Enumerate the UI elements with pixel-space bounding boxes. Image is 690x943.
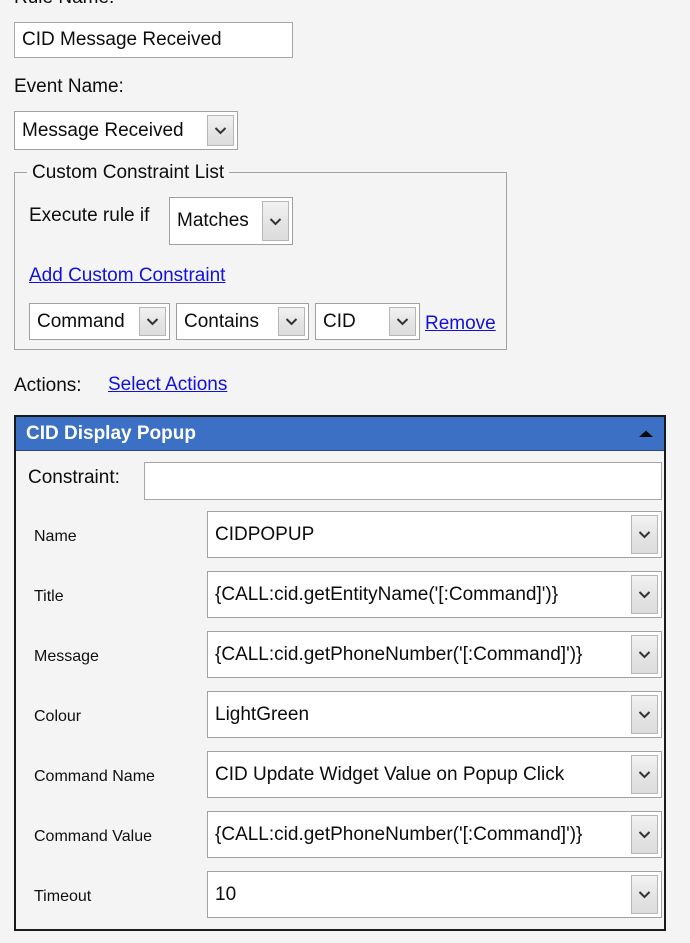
- field-value-colour: LightGreen: [215, 703, 310, 725]
- constraint-value-select[interactable]: CID: [315, 303, 420, 340]
- field-label-title: Title: [34, 588, 64, 605]
- constraint-label: Constraint:: [28, 467, 120, 488]
- field-value-timeout: 10: [215, 883, 237, 905]
- execute-rule-if-select[interactable]: Matches: [169, 197, 293, 245]
- constraint-field-select[interactable]: Command: [29, 303, 170, 340]
- execute-rule-if-row: Execute rule if: [29, 205, 149, 227]
- execute-rule-if-value: Matches: [177, 210, 249, 231]
- field-select-colour[interactable]: LightGreen: [207, 691, 662, 738]
- constraint-value-value: CID: [323, 310, 356, 332]
- remove-constraint-link[interactable]: Remove: [425, 313, 496, 335]
- chevron-down-icon[interactable]: [278, 307, 305, 336]
- chevron-down-icon[interactable]: [389, 307, 416, 336]
- field-value-message: {CALL:cid.getPhoneNumber('[:Command]')}: [215, 643, 583, 665]
- add-custom-constraint-link[interactable]: Add Custom Constraint: [29, 265, 225, 287]
- field-select-command-name[interactable]: CID Update Widget Value on Popup Click: [207, 751, 662, 798]
- rule-name-input[interactable]: CID Message Received: [14, 22, 293, 58]
- field-value-title: {CALL:cid.getEntityName('[:Command]')}: [215, 583, 559, 605]
- field-select-name[interactable]: CIDPOPUP: [207, 511, 662, 558]
- field-select-command-value[interactable]: {CALL:cid.getPhoneNumber('[:Command]')}: [207, 811, 662, 858]
- field-value-command-name: CID Update Widget Value on Popup Click: [215, 763, 565, 785]
- event-name-label: Event Name:: [14, 76, 124, 97]
- chevron-up-icon[interactable]: [638, 429, 654, 439]
- field-select-title[interactable]: {CALL:cid.getEntityName('[:Command]')}: [207, 571, 662, 618]
- event-name-value: Message Received: [22, 119, 184, 141]
- action-panel: CID Display Popup Constraint: Name CIDPO…: [14, 415, 666, 931]
- chevron-down-icon[interactable]: [207, 115, 234, 146]
- chevron-down-icon[interactable]: [631, 635, 658, 674]
- chevron-down-icon[interactable]: [262, 201, 289, 241]
- field-select-timeout[interactable]: 10: [207, 871, 662, 918]
- field-label-command-value: Command Value: [34, 828, 152, 845]
- custom-constraint-group: Custom Constraint List Execute rule if M…: [14, 162, 507, 350]
- field-select-message[interactable]: {CALL:cid.getPhoneNumber('[:Command]')}: [207, 631, 662, 678]
- execute-rule-if-label: Execute rule if: [29, 205, 150, 226]
- action-panel-header[interactable]: CID Display Popup: [16, 417, 664, 451]
- chevron-down-icon[interactable]: [631, 875, 658, 914]
- chevron-down-icon[interactable]: [631, 695, 658, 734]
- chevron-down-icon[interactable]: [631, 575, 658, 614]
- field-label-timeout: Timeout: [34, 888, 92, 905]
- field-label-command-name: Command Name: [34, 768, 155, 785]
- field-label-colour: Colour: [34, 708, 82, 725]
- field-value-command-value: {CALL:cid.getPhoneNumber('[:Command]')}: [215, 823, 583, 845]
- field-label-name: Name: [34, 528, 77, 545]
- constraint-operator-select[interactable]: Contains: [176, 303, 309, 340]
- field-value-name: CIDPOPUP: [215, 523, 315, 545]
- chevron-down-icon[interactable]: [631, 815, 658, 854]
- constraint-input[interactable]: [144, 462, 662, 500]
- chevron-down-icon[interactable]: [631, 755, 658, 794]
- actions-label: Actions:: [14, 375, 82, 396]
- constraint-operator-value: Contains: [184, 310, 259, 332]
- constraint-row: Constraint:: [28, 467, 120, 489]
- action-panel-title: CID Display Popup: [26, 422, 196, 444]
- rule-name-label: Rule Name:: [14, 0, 114, 7]
- chevron-down-icon[interactable]: [631, 515, 658, 554]
- custom-constraint-group-title: Custom Constraint List: [27, 162, 230, 184]
- field-label-message: Message: [34, 648, 99, 665]
- chevron-down-icon[interactable]: [139, 307, 166, 336]
- rule-name-value: CID Message Received: [22, 29, 222, 50]
- constraint-field-value: Command: [37, 310, 125, 332]
- event-name-select[interactable]: Message Received: [14, 111, 238, 150]
- select-actions-link[interactable]: Select Actions: [108, 374, 227, 396]
